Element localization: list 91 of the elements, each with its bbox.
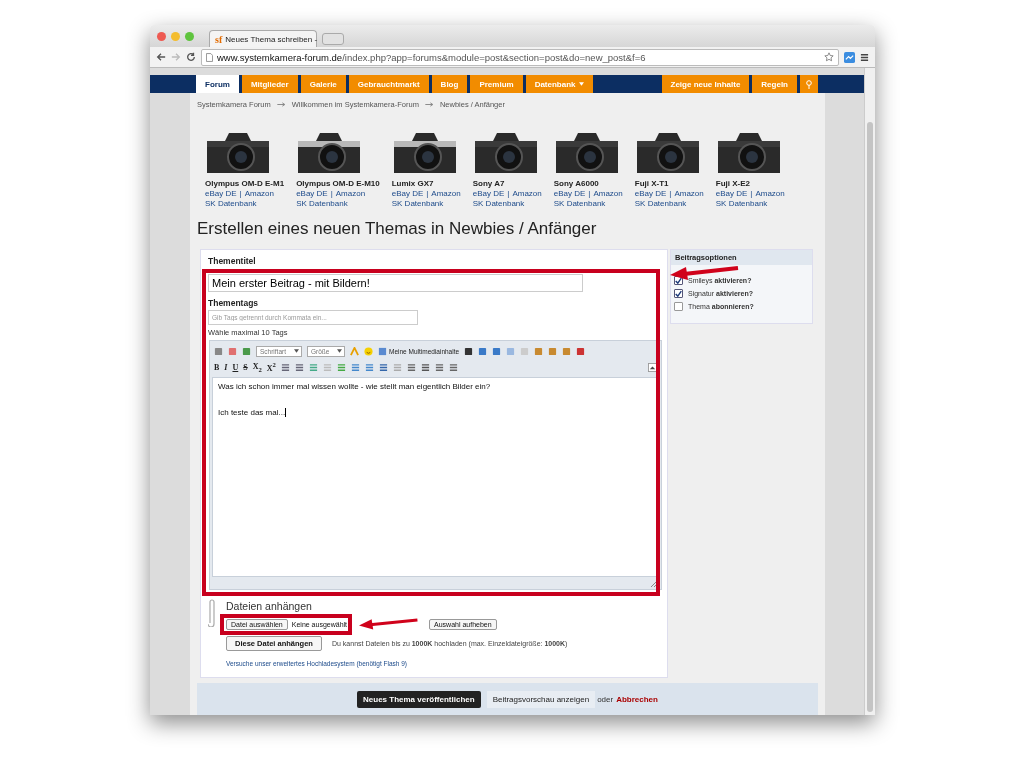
forward-icon[interactable] — [171, 52, 181, 62]
back-icon[interactable] — [156, 52, 166, 62]
submit-button[interactable]: Neues Thema veröffentlichen — [357, 690, 481, 708]
browser-tab[interactable]: sf Neues Thema schreiben - — [209, 30, 317, 47]
preview-button[interactable]: Beitragsvorschau anzeigen — [486, 690, 596, 708]
format-button[interactable]: I — [224, 362, 228, 372]
reload-icon[interactable] — [186, 52, 196, 62]
separator-text: | — [426, 189, 429, 199]
pin-icon — [806, 79, 812, 89]
format-button[interactable]: S — [243, 362, 248, 372]
camera-name: Sony A6000 — [553, 179, 600, 189]
bullet-list-icon[interactable] — [280, 362, 290, 372]
amazon-link[interactable]: Amazon — [244, 189, 274, 199]
database-link[interactable]: SK Datenbank — [715, 199, 785, 209]
menu-icon[interactable] — [860, 52, 869, 62]
editor-body[interactable]: Was ich schon immer mal wissen wollte - wie stellt man eigentlich Bilder ein? Ich teste das mal... — [212, 377, 659, 577]
extension-icon[interactable] — [844, 51, 855, 63]
separator-text: | — [507, 189, 510, 199]
section-heading: Dateien anhängen — [226, 600, 313, 612]
collapse-icon[interactable] — [648, 362, 657, 372]
align-left-icon[interactable] — [420, 362, 430, 372]
star-icon[interactable] — [824, 52, 834, 62]
amazon-link[interactable]: Amazon — [512, 189, 542, 199]
paperclip-icon — [208, 597, 216, 627]
arrow-icon — [276, 101, 286, 107]
zoom-icon[interactable] — [185, 31, 194, 41]
annotation-arrow — [670, 266, 740, 280]
cancel-link[interactable]: Abbrechen — [616, 694, 658, 704]
camera-name: Fuji X-E2 — [715, 179, 751, 189]
align-right-icon[interactable] — [448, 362, 458, 372]
database-link[interactable]: SK Datenbank — [634, 199, 704, 209]
arrow-icon — [424, 101, 434, 107]
database-link[interactable]: SK Datenbank — [472, 199, 542, 209]
camera-name: Lumix GX7 — [391, 179, 435, 189]
ebay-link[interactable]: eBay DE — [296, 189, 328, 199]
amazon-link[interactable]: Amazon — [431, 189, 461, 199]
caret-icon — [294, 349, 299, 353]
separator-text: | — [330, 189, 333, 199]
numbered-list-icon[interactable] — [294, 362, 304, 372]
database-link[interactable]: SK Datenbank — [296, 199, 380, 209]
amazon-link[interactable]: Amazon — [674, 189, 704, 199]
close-icon[interactable] — [157, 31, 166, 41]
smiley-icon[interactable] — [364, 346, 373, 356]
checkbox[interactable] — [674, 302, 683, 311]
ebay-link[interactable]: eBay DE — [715, 189, 748, 199]
ebay-link[interactable]: eBay DE — [553, 189, 586, 199]
page-heading: Erstellen eines neuen Themas in Newbies / Anfänger — [197, 219, 598, 239]
or-text: oder — [597, 694, 614, 704]
checkbox[interactable] — [674, 276, 683, 285]
separator-text: | — [669, 189, 672, 199]
separator-text: | — [588, 189, 591, 199]
caret-icon — [578, 82, 584, 86]
resize-handle-icon[interactable] — [651, 579, 658, 587]
page-icon — [206, 52, 213, 62]
annotation-arrow — [359, 618, 420, 630]
format-button[interactable]: B — [214, 362, 220, 372]
field-label: Thementitel — [208, 256, 257, 266]
camera-name: Olympus OM-D E-M1 — [205, 179, 285, 189]
scrollbar-thumb[interactable] — [867, 122, 873, 712]
database-link[interactable]: SK Datenbank — [553, 199, 623, 209]
amazon-link[interactable]: Amazon — [755, 189, 785, 199]
ebay-link[interactable]: eBay DE — [634, 189, 667, 199]
align-center-icon[interactable] — [434, 362, 444, 372]
caret-icon — [337, 349, 342, 353]
editor-text: Was ich schon immer mal wissen wollte - wie stellt man eigentlich Bilder ein? — [218, 382, 492, 391]
url-text: www.systemkamera-forum.de/index.php?app=forums&module=post&section=post&do=new_post&f=6 — [217, 51, 647, 63]
field-label: Thementags — [208, 298, 260, 308]
camera-name: Sony A7 — [472, 179, 506, 189]
nav-tab[interactable]: Forum — [196, 75, 239, 93]
amazon-link[interactable]: Amazon — [593, 189, 623, 199]
title-input[interactable]: Mein erster Beitrag - mit Bildern! — [208, 274, 583, 292]
database-link[interactable]: SK Datenbank — [391, 199, 461, 209]
format-button[interactable]: X$_{2}$ — [252, 361, 262, 373]
address-bar[interactable]: www.systemkamera-forum.de/index.php?app=forums&module=post&section=post&do=new_post&f=6 — [201, 48, 839, 66]
pin-button[interactable] — [800, 75, 818, 93]
favicon-logo: sf — [215, 33, 223, 45]
separator-text: | — [750, 189, 753, 199]
editor-text: Ich teste das mal... — [218, 408, 287, 417]
checkbox[interactable] — [674, 289, 683, 298]
amazon-link[interactable]: Amazon — [335, 189, 366, 199]
separator-text: | — [239, 189, 242, 199]
ebay-link[interactable]: eBay DE — [205, 189, 237, 199]
new-tab-button[interactable] — [322, 33, 344, 45]
format-button[interactable]: U — [232, 362, 239, 372]
ebay-link[interactable]: eBay DE — [472, 189, 505, 199]
tab-title: Neues Thema schreiben - — [225, 34, 318, 44]
ebay-link[interactable]: eBay DE — [391, 189, 424, 199]
database-link[interactable]: SK Datenbank — [205, 199, 285, 209]
camera-name: Fuji X-T1 — [634, 179, 670, 189]
camera-name: Olympus OM-D E-M10 — [296, 179, 380, 189]
format-button[interactable]: X$^{2}$ — [266, 361, 276, 373]
